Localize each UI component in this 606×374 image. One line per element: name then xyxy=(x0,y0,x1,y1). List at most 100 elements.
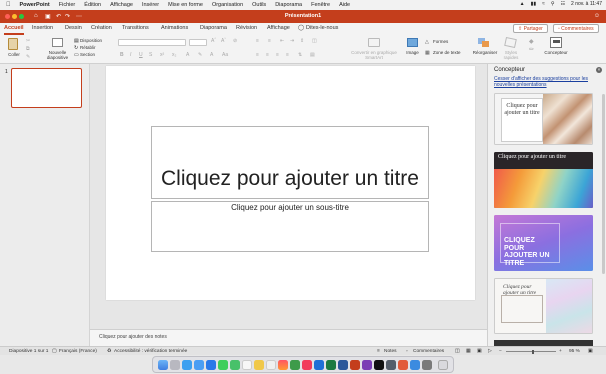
text-direction-icon[interactable]: ⇅ xyxy=(298,52,302,58)
format-painter-icon[interactable]: ✎ xyxy=(26,54,30,60)
notes-icon[interactable]: ≡ xyxy=(377,349,380,354)
decrease-font-icon[interactable]: Aˇ xyxy=(221,38,226,44)
accessibility-status[interactable]: Accessibilité : vérification terminée xyxy=(114,349,187,354)
apple-icon[interactable]:  xyxy=(6,2,11,8)
share-button[interactable]: ⇧ Partager xyxy=(513,24,548,33)
menu-inserer[interactable]: Insérer xyxy=(142,2,159,8)
notes-pane[interactable]: Cliquez pour ajouter des notes xyxy=(90,329,487,346)
quick-styles-icon[interactable] xyxy=(504,36,517,49)
shapes-button[interactable]: Formes xyxy=(433,39,448,44)
decrease-indent-icon[interactable]: ⇤ xyxy=(280,38,284,44)
tell-me-search[interactable]: Dites-le-nous xyxy=(306,25,338,31)
new-slide-label[interactable]: Nouvelle diapositive xyxy=(42,50,73,60)
tab-affichage[interactable]: Affichage xyxy=(267,25,290,31)
font-size-dropdown[interactable] xyxy=(189,39,207,46)
comments-toggle[interactable]: Commentaires xyxy=(413,349,444,354)
mail-icon[interactable] xyxy=(194,360,204,370)
image-icon[interactable] xyxy=(407,38,418,47)
zoom-in-icon[interactable]: + xyxy=(559,349,562,354)
smiley-feedback-icon[interactable]: ☺ xyxy=(594,13,600,19)
menu-app-name[interactable]: PowerPoint xyxy=(20,2,50,8)
textbox-button[interactable]: Zone de texte xyxy=(433,50,461,55)
tab-animations[interactable]: Animations xyxy=(161,25,188,31)
textbox-icon[interactable]: ▦ xyxy=(425,50,430,56)
image-button[interactable]: Image xyxy=(403,50,422,55)
zoom-slider[interactable] xyxy=(506,351,556,352)
italic-icon[interactable]: I xyxy=(130,52,131,58)
launchpad-icon[interactable] xyxy=(170,360,180,370)
numbering-icon[interactable]: ≡ xyxy=(268,38,271,44)
copy-icon[interactable]: ⧉ xyxy=(26,46,30,52)
align-right-icon[interactable]: ≡ xyxy=(276,52,279,58)
reminders-icon[interactable] xyxy=(266,360,276,370)
fit-slide-icon[interactable]: ▣ xyxy=(588,349,593,354)
subtitle-placeholder-text[interactable]: Cliquez pour ajouter un sous-titre xyxy=(152,203,428,212)
maps-icon[interactable] xyxy=(290,360,300,370)
menubar-clock[interactable]: 2 nov. à 11:47 xyxy=(571,1,602,7)
align-text-icon[interactable]: ▤ xyxy=(310,52,315,58)
menu-affichage[interactable]: Affichage xyxy=(110,2,133,8)
wifi-icon[interactable]: ≈ xyxy=(542,1,545,7)
powerpoint-icon[interactable] xyxy=(350,360,360,370)
comments-button[interactable]: ▫ Commentaires xyxy=(553,24,599,33)
font-color-icon[interactable]: A xyxy=(186,52,189,58)
app-icon[interactable] xyxy=(398,360,408,370)
word-icon[interactable] xyxy=(338,360,348,370)
excel-icon[interactable] xyxy=(326,360,336,370)
app-icon[interactable] xyxy=(422,360,432,370)
reading-view-icon[interactable]: ▣ xyxy=(477,349,482,354)
layout-button[interactable]: Disposition xyxy=(80,38,102,43)
paste-icon[interactable] xyxy=(8,38,18,50)
close-icon[interactable]: × xyxy=(596,67,602,73)
tab-creation[interactable]: Création xyxy=(91,25,112,31)
zoom-level[interactable]: 95 % xyxy=(569,349,580,354)
align-left-icon[interactable]: ≡ xyxy=(256,52,259,58)
clear-format-icon[interactable]: ⊘ xyxy=(233,38,237,44)
bold-icon[interactable]: B xyxy=(120,52,124,58)
columns-icon[interactable]: ◫ xyxy=(312,38,317,44)
designer-button[interactable]: Concepteur xyxy=(542,50,570,55)
onenote-icon[interactable] xyxy=(362,360,372,370)
underline-icon[interactable]: U xyxy=(139,52,143,58)
designer-scrollbar[interactable] xyxy=(602,94,605,274)
line-spacing-icon[interactable]: ⇕ xyxy=(300,38,304,44)
title-placeholder[interactable]: Cliquez pour ajouter un titre xyxy=(151,126,429,199)
increase-indent-icon[interactable]: ⇥ xyxy=(290,38,294,44)
slide-thumbnail[interactable] xyxy=(11,68,82,108)
notes-placeholder[interactable]: Cliquez pour ajouter des notes xyxy=(99,334,167,340)
superscript-icon[interactable]: x² xyxy=(160,52,164,58)
design-suggestion-4[interactable]: Cliquez pour ajouter un titre xyxy=(494,278,593,334)
search-icon[interactable]: ⚲ xyxy=(551,1,555,7)
control-center-icon[interactable]: ☷ xyxy=(561,1,565,7)
zoom-out-icon[interactable]: − xyxy=(499,349,502,354)
tab-transitions[interactable]: Transitions xyxy=(122,25,149,31)
language-status[interactable]: Français (France) xyxy=(59,349,97,354)
subtitle-placeholder[interactable]: Cliquez pour ajouter un sous-titre xyxy=(151,201,429,252)
new-slide-icon[interactable] xyxy=(52,38,63,47)
music-icon[interactable] xyxy=(302,360,312,370)
highlight-icon[interactable]: ✎ xyxy=(198,52,202,58)
title-placeholder-text[interactable]: Cliquez pour ajouter un titre xyxy=(152,167,428,191)
font-family-dropdown[interactable] xyxy=(118,39,186,46)
shape-fill-icon[interactable]: ◆ xyxy=(529,38,534,45)
battery-icon[interactable]: ▮▮ xyxy=(531,1,537,7)
bullets-icon[interactable]: ≡ xyxy=(256,38,259,44)
messages-icon[interactable] xyxy=(218,360,228,370)
proofing-icon[interactable]: ▢ xyxy=(52,349,57,354)
shapes-icon[interactable]: △ xyxy=(425,39,429,45)
downloads-icon[interactable] xyxy=(410,360,420,370)
reset-button[interactable]: Rétablir xyxy=(80,45,96,50)
menu-edition[interactable]: Édition xyxy=(84,2,101,8)
calendar-icon[interactable] xyxy=(242,360,252,370)
tab-dessin[interactable]: Dessin xyxy=(65,25,82,31)
cut-icon[interactable]: ✂ xyxy=(26,38,30,44)
comments-icon[interactable]: ▫ xyxy=(406,349,408,354)
justify-icon[interactable]: ≡ xyxy=(286,52,289,58)
tab-accueil[interactable]: Accueil xyxy=(4,25,24,31)
tab-diaporama[interactable]: Diaporama xyxy=(200,25,227,31)
slide-sorter-icon[interactable]: ▦ xyxy=(466,349,471,354)
smartart-button[interactable]: Convertir en graphique SmartArt xyxy=(351,50,397,60)
subscript-icon[interactable]: x₂ xyxy=(172,52,176,58)
reset-icon[interactable]: ↻ xyxy=(74,45,78,51)
arrange-button[interactable]: Réorganiser xyxy=(471,50,499,55)
